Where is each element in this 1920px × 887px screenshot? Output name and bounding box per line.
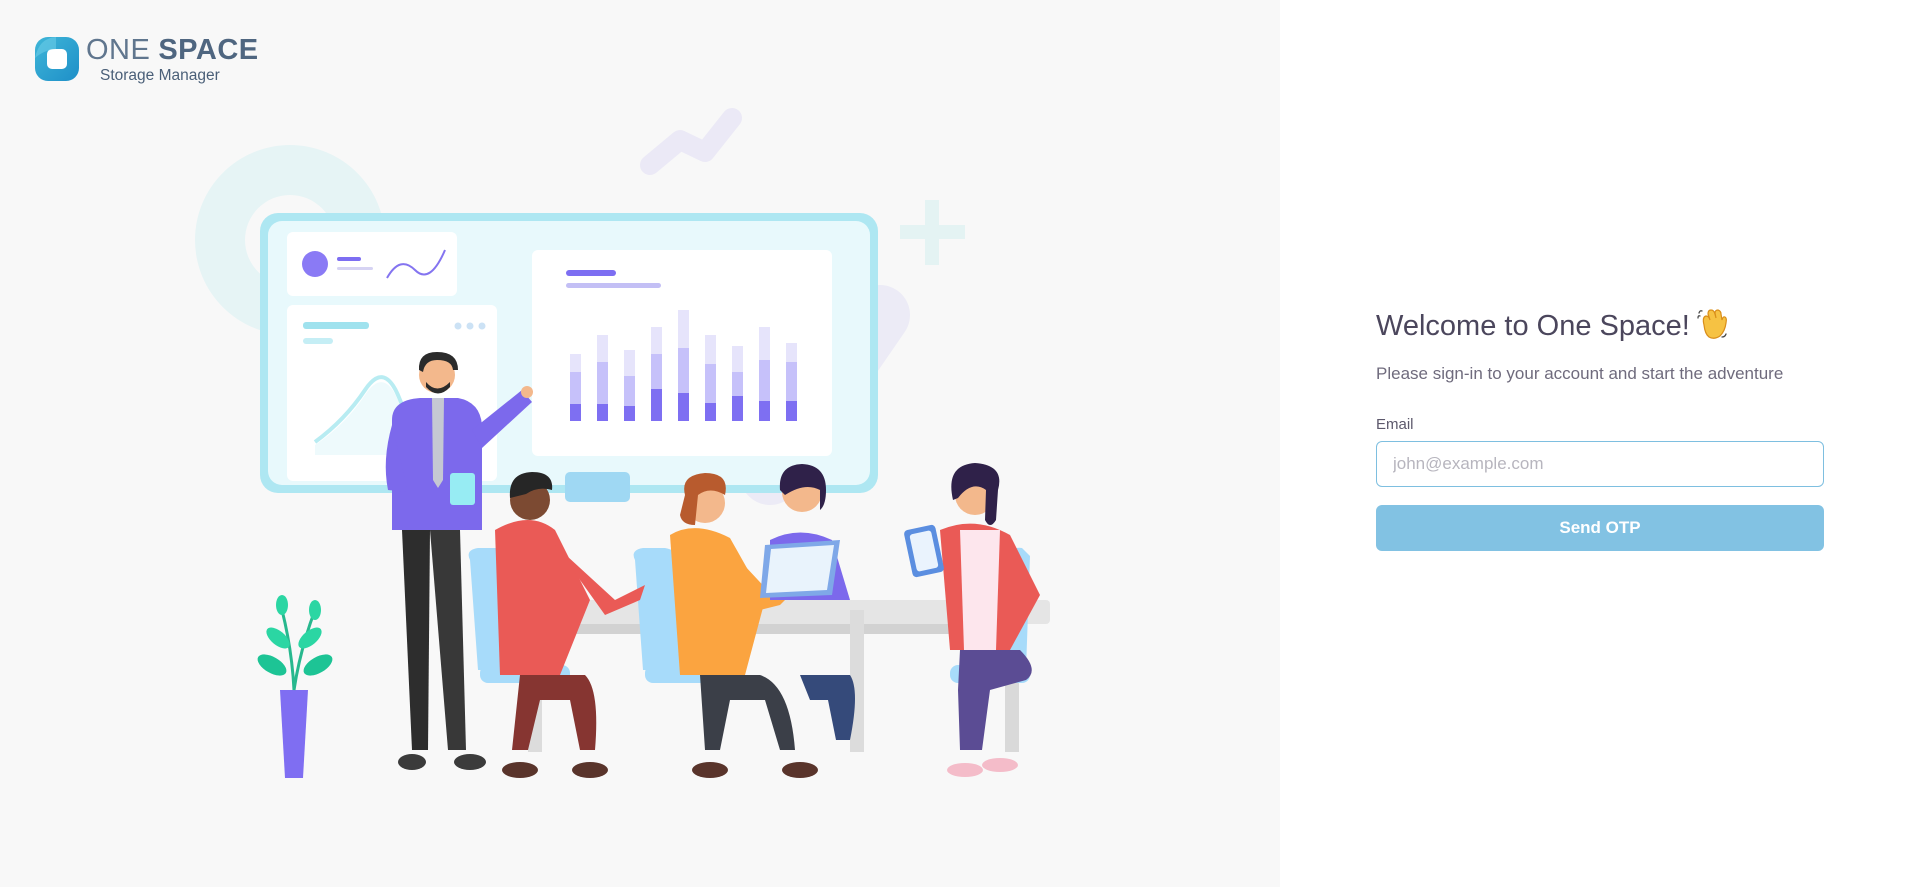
illustration-panel: ONE SPACE Storage Manager (0, 0, 1280, 887)
brand-name: ONE SPACE (86, 34, 259, 66)
login-card: Welcome to One Space! Please sign-in to … (1376, 305, 1824, 551)
auth-panel: Welcome to One Space! Please sign-in to … (1280, 0, 1920, 887)
brand-name-part2: SPACE (158, 34, 259, 66)
waving-hand-icon (1697, 309, 1727, 339)
send-otp-button[interactable]: Send OTP (1376, 505, 1824, 551)
email-field[interactable] (1376, 441, 1824, 487)
brand-name-part1: ONE (86, 34, 151, 66)
welcome-title: Welcome to One Space! (1376, 305, 1824, 347)
brand-logo-block[interactable]: ONE SPACE Storage Manager (34, 34, 264, 90)
welcome-title-text: Welcome to One Space! (1376, 310, 1690, 342)
team-meeting-illustration (195, 108, 1050, 778)
signin-subtitle: Please sign-in to your account and start… (1376, 364, 1784, 383)
one-space-logo-icon (35, 37, 79, 81)
email-label: Email (1376, 416, 1414, 433)
brand-subtitle: Storage Manager (100, 67, 220, 84)
